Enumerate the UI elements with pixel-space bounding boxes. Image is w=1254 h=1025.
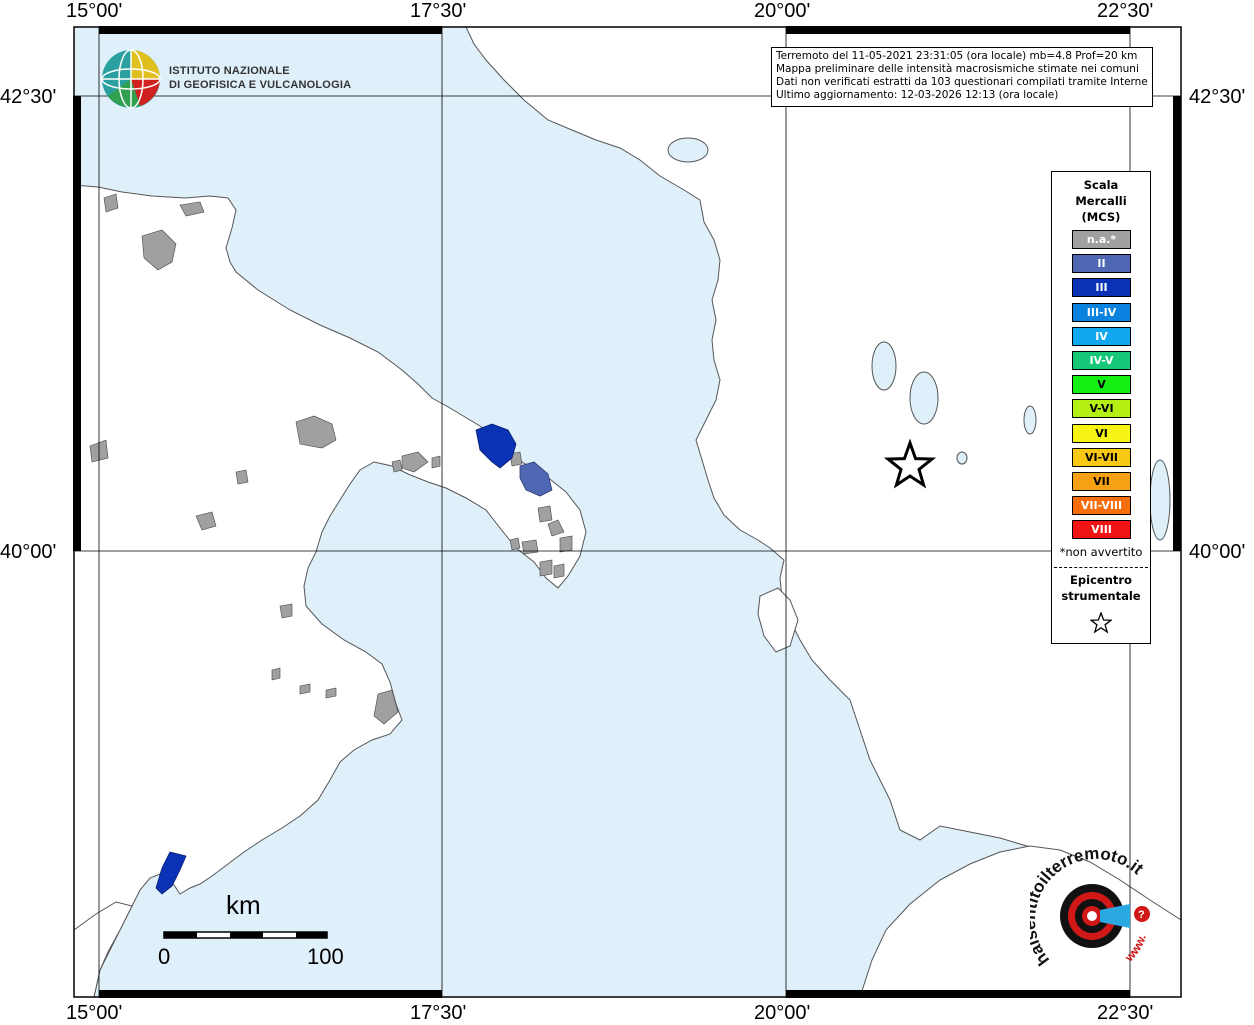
- legend-swatch-10: VII: [1072, 472, 1131, 491]
- legend-swatch-1: II: [1072, 254, 1131, 274]
- lake-3: [909, 371, 939, 425]
- legend-swatch-9: VI-VII: [1072, 447, 1131, 467]
- svg-text:?: ?: [1138, 909, 1145, 921]
- institute-name-line1: ISTITUTO NAZIONALE: [169, 65, 290, 77]
- institute-name-line2: DI GEOFISICA E VULCANOLOGIA: [169, 79, 352, 91]
- legend-epicenter-label: Epicentro strumentale: [1052, 572, 1150, 604]
- lon-tick-top-3: 20°00': [754, 0, 811, 22]
- legend-epicenter-line1: Epicentro: [1070, 573, 1132, 587]
- event-info-line4: Ultimo aggiornamento: 12-03-2026 12:13 (…: [776, 89, 1059, 101]
- lon-tick-bottom-4: 22°30': [1097, 1002, 1154, 1024]
- legend-note: *non avvertito: [1059, 545, 1143, 559]
- scale-bar: [163, 931, 328, 939]
- lon-tick-bottom-2: 17°30': [410, 1002, 467, 1024]
- lat-tick-right-2: 40°00': [1189, 541, 1246, 563]
- legend-swatch-4: IV: [1072, 326, 1131, 346]
- legend-title-line1: Scala: [1083, 178, 1119, 192]
- legend-swatch-3: III-IV: [1072, 302, 1131, 322]
- legend-swatch-0: n.a.*: [1072, 230, 1131, 249]
- badge-www: www.: [1121, 933, 1149, 965]
- legend-divider: [1054, 567, 1148, 568]
- legend-swatch-8: VI: [1072, 423, 1131, 443]
- lon-tick-top-1: 15°00': [66, 0, 123, 22]
- legend-title: Scala Mercalli (MCS): [1052, 177, 1150, 225]
- lake-4: [1023, 405, 1037, 435]
- lake-6: [1149, 459, 1171, 541]
- legend-swatch-6: V: [1072, 375, 1131, 395]
- legend-swatch-2: III: [1072, 278, 1131, 298]
- lat-tick-left-1: 42°30': [0, 86, 57, 108]
- lat-tick-right-1: 42°30': [1189, 86, 1246, 108]
- scale-unit-label: km: [226, 890, 261, 920]
- haisentito-badge: ? haisentitoilterremoto.it www.: [1030, 850, 1150, 969]
- ingv-globe-icon: [101, 49, 161, 109]
- event-info-box: Terremoto del 11-05-2021 23:31:05 (ora l…: [771, 47, 1153, 107]
- lake-1: [667, 137, 709, 163]
- lon-tick-top-2: 17°30': [410, 0, 467, 22]
- lon-tick-bottom-3: 20°00': [754, 1002, 811, 1024]
- scale-max-label: 100: [307, 944, 344, 969]
- legend-title-line2: Mercalli: [1075, 194, 1127, 208]
- lake-2: [871, 341, 897, 391]
- legend-swatch-11: VII-VIII: [1072, 496, 1131, 516]
- lake-5: [956, 451, 968, 465]
- legend-swatch-7: V-VI: [1072, 399, 1131, 419]
- lat-tick-left-2: 40°00': [0, 541, 57, 563]
- legend-swatch-12: VIII: [1072, 520, 1131, 540]
- legend-epicenter-line2: strumentale: [1061, 589, 1141, 603]
- scale-min-label: 0: [158, 944, 171, 969]
- lon-tick-top-4: 22°30': [1097, 0, 1154, 22]
- mcs-legend: Scala Mercalli (MCS) n.a.* II III III-IV IV I…: [1051, 171, 1151, 644]
- svg-text:www.: www.: [1121, 933, 1149, 965]
- lon-tick-bottom-1: 15°00': [66, 1002, 123, 1024]
- legend-title-line3: (MCS): [1081, 210, 1121, 224]
- legend-swatch-5: IV-V: [1072, 351, 1131, 370]
- star-icon: [1090, 612, 1112, 634]
